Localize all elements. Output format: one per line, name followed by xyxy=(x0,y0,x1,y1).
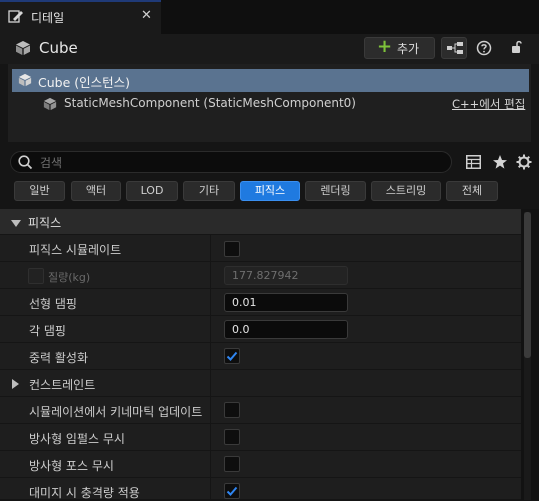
angular-damping-field[interactable]: 0.0 xyxy=(224,320,348,339)
star-icon[interactable] xyxy=(492,154,508,173)
kinematic-update-checkbox[interactable] xyxy=(224,402,240,418)
table-view-icon[interactable] xyxy=(466,155,481,172)
lock-icon[interactable] xyxy=(509,39,525,58)
property-label: 중력 활성화 xyxy=(29,351,89,365)
actor-title: Cube xyxy=(39,39,78,57)
mass-override-checkbox[interactable] xyxy=(28,268,44,284)
filter-lod[interactable]: LOD xyxy=(126,181,178,201)
search-input[interactable] xyxy=(10,151,452,173)
gear-icon[interactable] xyxy=(516,154,532,173)
filter-streaming[interactable]: 스트리밍 xyxy=(371,181,441,201)
property-label: 각 댐핑 xyxy=(29,324,66,338)
collapse-arrow-icon[interactable] xyxy=(11,217,21,231)
checkmark-icon xyxy=(226,351,238,361)
enable-gravity-checkbox[interactable] xyxy=(224,348,240,364)
physics-section-header[interactable] xyxy=(0,209,521,234)
property-label: 피직스 시뮬레이트 xyxy=(29,243,122,257)
filter-misc[interactable]: 기타 xyxy=(183,181,235,201)
ignore-radial-force-checkbox[interactable] xyxy=(224,456,240,472)
mass-field: 177.827942 xyxy=(224,266,348,285)
property-label: 대미지 시 충격량 적용 xyxy=(29,486,140,500)
tab-details[interactable] xyxy=(0,0,161,34)
tab-title: 디테일 xyxy=(31,11,65,25)
property-label: 방사형 포스 무시 xyxy=(29,459,114,473)
section-title: 피직스 xyxy=(28,216,62,230)
property-label: 시뮬레이션에서 키네마틱 업데이트 xyxy=(29,405,203,419)
ignore-radial-impulse-checkbox[interactable] xyxy=(224,429,240,445)
plus-icon: + xyxy=(377,36,393,57)
edit-in-cpp-link[interactable]: C++에서 편집 xyxy=(452,96,525,112)
blueprint-button[interactable] xyxy=(441,37,467,59)
cube-icon xyxy=(17,73,33,90)
property-label: 질량(kg) xyxy=(48,271,91,284)
simulate-physics-checkbox[interactable] xyxy=(224,241,240,257)
tree-item-label: Cube (인스턴스) xyxy=(38,75,131,90)
expand-arrow-icon[interactable] xyxy=(12,378,20,392)
search-icon xyxy=(18,155,33,173)
apply-impulse-on-damage-checkbox[interactable] xyxy=(224,483,240,499)
linear-damping-field[interactable]: 0.01 xyxy=(224,293,348,312)
add-button-label: 추가 xyxy=(397,42,420,56)
hierarchy-icon xyxy=(447,42,463,54)
filter-general[interactable]: 일반 xyxy=(14,181,65,201)
tree-item-child[interactable]: StaticMeshComponent (StaticMeshComponent… xyxy=(64,96,356,110)
filter-rendering[interactable]: 렌더링 xyxy=(305,181,366,201)
property-label: 선형 댐핑 xyxy=(29,297,77,311)
filter-physics[interactable]: 피직스 xyxy=(240,181,300,201)
property-label: 방사형 임펄스 무시 xyxy=(29,432,125,446)
static-mesh-icon xyxy=(42,97,58,114)
scrollbar-thumb[interactable] xyxy=(524,212,531,358)
details-pencil-icon xyxy=(8,8,24,27)
column-divider[interactable] xyxy=(210,235,211,500)
cube-icon xyxy=(14,40,32,59)
close-icon[interactable]: ✕ xyxy=(141,8,152,23)
checkmark-icon xyxy=(226,486,238,496)
help-icon[interactable] xyxy=(476,40,492,59)
filter-all[interactable]: 전체 xyxy=(446,181,498,201)
search-placeholder: 검색 xyxy=(40,156,63,170)
constraints-group-label[interactable]: 컨스트레인트 xyxy=(29,376,95,393)
filter-actor[interactable]: 액터 xyxy=(71,181,121,201)
